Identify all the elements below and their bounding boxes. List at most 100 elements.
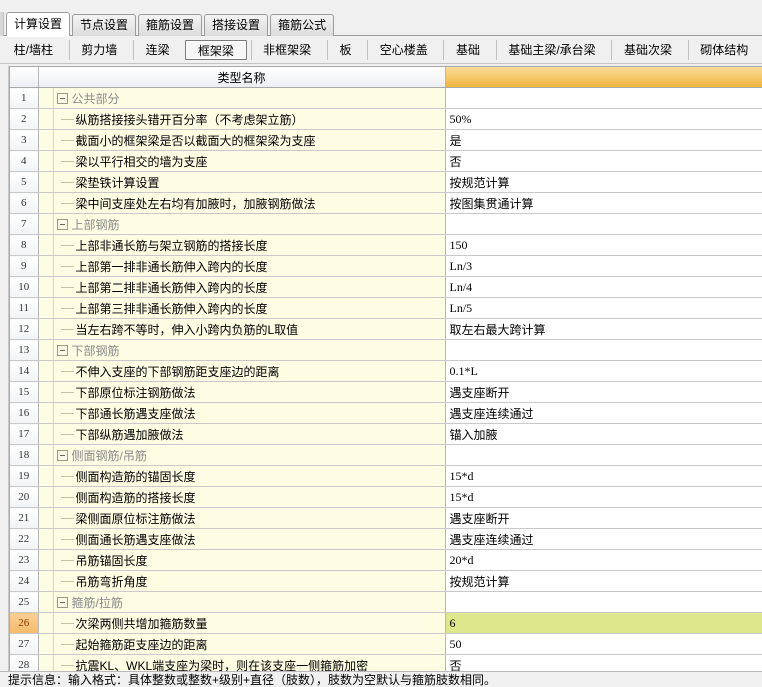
type-name-cell[interactable]: 起始箍筋距支座边的距离 <box>38 633 446 655</box>
value-cell[interactable]: 是 <box>445 129 762 151</box>
value-cell[interactable]: 按规范计算 <box>445 171 762 193</box>
row-number-cell[interactable]: 1 <box>10 87 39 109</box>
value-cell[interactable]: Ln/3 <box>445 255 762 277</box>
column-header-type-name[interactable]: 类型名称 <box>38 67 446 88</box>
value-cell[interactable]: Ln/4 <box>445 276 762 298</box>
type-name-cell[interactable]: 当左右跨不等时，伸入小跨内负筋的L取值 <box>38 318 446 340</box>
settings-grid-container[interactable]: 类型名称 1 公共部分 2 纵筋搭接接头错开百分率（不考虑架立筋） 50% 3 截面小的框架… <box>9 66 762 671</box>
row-number-cell[interactable]: 24 <box>10 570 39 592</box>
type-name-cell[interactable]: 次梁两侧共增加箍筋数量 <box>38 612 446 634</box>
table-row[interactable]: 12 当左右跨不等时，伸入小跨内负筋的L取值 取左右最大跨计算 <box>10 318 762 340</box>
row-number-cell[interactable]: 20 <box>10 486 39 508</box>
table-row[interactable]: 22 侧面通长筋遇支座做法 遇支座连续通过 <box>10 528 762 550</box>
row-number-cell[interactable]: 27 <box>10 633 39 655</box>
type-name-cell[interactable]: 公共部分 <box>38 87 446 109</box>
type-name-cell[interactable]: 上部钢筋 <box>38 213 446 235</box>
component-tab-8[interactable]: 基础主梁/承台梁 <box>495 39 608 60</box>
type-name-cell[interactable]: 截面小的框架梁是否以截面大的框架梁为支座 <box>38 129 446 151</box>
value-cell[interactable] <box>445 591 762 613</box>
main-tab-2[interactable]: 箍筋设置 <box>138 14 203 36</box>
row-number-cell[interactable]: 6 <box>10 192 39 214</box>
component-tab-10[interactable]: 砌体结构 <box>687 39 760 60</box>
value-cell[interactable]: 6 <box>445 612 762 634</box>
value-cell[interactable] <box>445 339 762 361</box>
type-name-cell[interactable]: 上部第二排非通长筋伸入跨内的长度 <box>38 276 446 298</box>
type-name-cell[interactable]: 梁侧面原位标注筋做法 <box>38 507 446 529</box>
value-cell[interactable]: 50% <box>445 108 762 130</box>
table-row[interactable]: 2 纵筋搭接接头错开百分率（不考虑架立筋） 50% <box>10 108 762 130</box>
type-name-cell[interactable]: 抗震KL、WKL端支座为梁时，则在该支座一侧箍筋加密 <box>38 654 446 671</box>
row-number-cell[interactable]: 7 <box>10 213 39 235</box>
row-number-cell[interactable]: 8 <box>10 234 39 256</box>
table-row[interactable]: 28 抗震KL、WKL端支座为梁时，则在该支座一侧箍筋加密 否 <box>10 654 762 671</box>
type-name-cell[interactable]: 吊筋锚固长度 <box>38 549 446 571</box>
table-row[interactable]: 20 侧面构造筋的搭接长度 15*d <box>10 486 762 508</box>
table-row[interactable]: 21 梁侧面原位标注筋做法 遇支座断开 <box>10 507 762 529</box>
table-row[interactable]: 10 上部第二排非通长筋伸入跨内的长度 Ln/4 <box>10 276 762 298</box>
type-name-cell[interactable]: 侧面钢筋/吊筋 <box>38 444 446 466</box>
row-number-cell[interactable]: 11 <box>10 297 39 319</box>
row-number-cell[interactable]: 17 <box>10 423 39 445</box>
row-number-cell[interactable]: 21 <box>10 507 39 529</box>
type-name-cell[interactable]: 下部通长筋遇支座做法 <box>38 402 446 424</box>
table-row[interactable]: 1 公共部分 <box>10 87 762 109</box>
component-tab-7[interactable]: 基础 <box>443 39 491 60</box>
type-name-cell[interactable]: 不伸入支座的下部钢筋距支座边的距离 <box>38 360 446 382</box>
value-cell[interactable]: 150 <box>445 234 762 256</box>
main-tab-4[interactable]: 箍筋公式 <box>270 14 335 36</box>
type-name-cell[interactable]: 梁中间支座处左右均有加腋时，加腋钢筋做法 <box>38 192 446 214</box>
row-number-cell[interactable]: 28 <box>10 654 39 671</box>
row-number-cell[interactable]: 10 <box>10 276 39 298</box>
value-cell[interactable]: 15*d <box>445 486 762 508</box>
value-cell[interactable]: 15*d <box>445 465 762 487</box>
column-header-rownum[interactable] <box>10 67 39 88</box>
row-number-cell[interactable]: 4 <box>10 150 39 172</box>
row-number-cell[interactable]: 14 <box>10 360 39 382</box>
type-name-cell[interactable]: 上部第三排非通长筋伸入跨内的长度 <box>38 297 446 319</box>
type-name-cell[interactable]: 梁垫铁计算设置 <box>38 171 446 193</box>
value-cell[interactable] <box>445 444 762 466</box>
table-row[interactable]: 25 箍筋/拉筋 <box>10 591 762 613</box>
table-row[interactable]: 13 下部钢筋 <box>10 339 762 361</box>
type-name-cell[interactable]: 下部原位标注钢筋做法 <box>38 381 446 403</box>
row-number-cell[interactable]: 19 <box>10 465 39 487</box>
table-row[interactable]: 6 梁中间支座处左右均有加腋时，加腋钢筋做法 按图集贯通计算 <box>10 192 762 214</box>
row-number-cell[interactable]: 23 <box>10 549 39 571</box>
row-number-cell[interactable]: 25 <box>10 591 39 613</box>
value-cell[interactable]: 遇支座断开 <box>445 507 762 529</box>
table-row[interactable]: 7 上部钢筋 <box>10 213 762 235</box>
collapse-minus-icon[interactable] <box>56 596 68 608</box>
table-row[interactable]: 27 起始箍筋距支座边的距离 50 <box>10 633 762 655</box>
value-cell[interactable]: 50 <box>445 633 762 655</box>
component-tab-0[interactable]: 柱/墙柱 <box>2 40 65 60</box>
type-name-cell[interactable]: 侧面构造筋的锚固长度 <box>38 465 446 487</box>
row-number-cell[interactable]: 13 <box>10 339 39 361</box>
column-header-value[interactable] <box>445 67 762 88</box>
component-tab-3[interactable]: 框架梁 <box>185 39 247 60</box>
value-cell[interactable]: 按规范计算 <box>445 570 762 592</box>
table-row[interactable]: 9 上部第一排非通长筋伸入跨内的长度 Ln/3 <box>10 255 762 277</box>
table-row[interactable]: 8 上部非通长筋与架立钢筋的搭接长度 150 <box>10 234 762 256</box>
type-name-cell[interactable]: 纵筋搭接接头错开百分率（不考虑架立筋） <box>38 108 446 130</box>
table-row[interactable]: 16 下部通长筋遇支座做法 遇支座连续通过 <box>10 402 762 424</box>
value-cell[interactable]: 取左右最大跨计算 <box>445 318 762 340</box>
type-name-cell[interactable]: 梁以平行相交的墙为支座 <box>38 150 446 172</box>
table-row[interactable]: 11 上部第三排非通长筋伸入跨内的长度 Ln/5 <box>10 297 762 319</box>
component-tab-4[interactable]: 非框架梁 <box>250 39 323 60</box>
type-name-cell[interactable]: 下部钢筋 <box>38 339 446 361</box>
row-number-cell[interactable]: 26 <box>10 612 39 634</box>
row-number-cell[interactable]: 15 <box>10 381 39 403</box>
table-row[interactable]: 24 吊筋弯折角度 按规范计算 <box>10 570 762 592</box>
type-name-cell[interactable]: 侧面通长筋遇支座做法 <box>38 528 446 550</box>
collapse-minus-icon[interactable] <box>56 92 68 104</box>
type-name-cell[interactable]: 吊筋弯折角度 <box>38 570 446 592</box>
main-tab-0[interactable]: 计算设置 <box>6 12 71 36</box>
row-number-cell[interactable]: 2 <box>10 108 39 130</box>
type-name-cell[interactable]: 箍筋/拉筋 <box>38 591 446 613</box>
value-cell[interactable]: 遇支座连续通过 <box>445 402 762 424</box>
row-number-cell[interactable]: 22 <box>10 528 39 550</box>
table-row[interactable]: 14 不伸入支座的下部钢筋距支座边的距离 0.1*L <box>10 360 762 382</box>
value-cell[interactable]: 锚入加腋 <box>445 423 762 445</box>
component-tab-1[interactable]: 剪力墙 <box>68 39 129 60</box>
table-row[interactable]: 5 梁垫铁计算设置 按规范计算 <box>10 171 762 193</box>
